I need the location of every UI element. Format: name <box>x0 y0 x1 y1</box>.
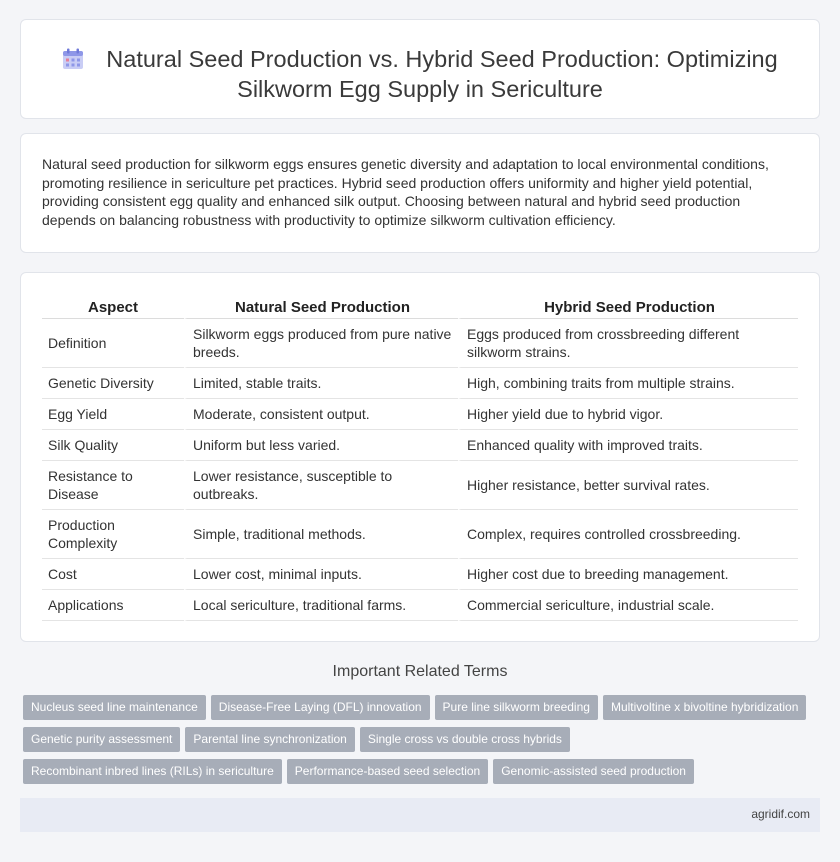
hybrid-cell: High, combining traits from multiple str… <box>458 368 798 399</box>
tag-genomic-assisted[interactable]: Genomic-assisted seed production <box>493 759 694 784</box>
page-title: Natural Seed Production vs. Hybrid Seed … <box>21 44 819 104</box>
table-row: Genetic Diversity Limited, stable traits… <box>42 368 798 399</box>
hybrid-cell: Higher resistance, better survival rates… <box>458 461 798 510</box>
summary-card: Natural seed production for silkworm egg… <box>20 133 820 253</box>
aspect-cell: Silk Quality <box>42 430 184 461</box>
header-natural: Natural Seed Production <box>184 295 458 319</box>
natural-cell: Silkworm eggs produced from pure native … <box>184 319 458 368</box>
related-terms-heading: Important Related Terms <box>332 663 508 680</box>
aspect-cell: Resistance to Disease <box>42 461 184 510</box>
tag-genetic-purity[interactable]: Genetic purity assessment <box>23 727 181 752</box>
table-row: Cost Lower cost, minimal inputs. Higher … <box>42 559 798 590</box>
natural-cell: Limited, stable traits. <box>184 368 458 399</box>
hybrid-cell: Higher yield due to hybrid vigor. <box>458 399 798 430</box>
header-aspect: Aspect <box>42 295 184 319</box>
natural-cell: Lower cost, minimal inputs. <box>184 559 458 590</box>
natural-cell: Local sericulture, traditional farms. <box>184 590 458 621</box>
aspect-cell: Production Complexity <box>42 510 184 559</box>
natural-cell: Lower resistance, susceptible to outbrea… <box>184 461 458 510</box>
table-row: Definition Silkworm eggs produced from p… <box>42 319 798 368</box>
table-row: Egg Yield Moderate, consistent output. H… <box>42 399 798 430</box>
table-row: Applications Local sericulture, traditio… <box>42 590 798 621</box>
summary-text: Natural seed production for silkworm egg… <box>42 156 769 228</box>
aspect-cell: Cost <box>42 559 184 590</box>
related-terms-tags: Nucleus seed line maintenance Disease-Fre… <box>23 695 823 791</box>
comparison-card: Aspect Natural Seed Production Hybrid Se… <box>20 272 820 642</box>
tag-parental-line-sync[interactable]: Parental line synchronization <box>185 727 355 752</box>
footer: agridif.com <box>20 798 820 832</box>
aspect-cell: Egg Yield <box>42 399 184 430</box>
hybrid-cell: Commercial sericulture, industrial scale… <box>458 590 798 621</box>
tag-multivoltine-bivoltine[interactable]: Multivoltine x bivoltine hybridization <box>602 695 807 720</box>
aspect-cell: Definition <box>42 319 184 368</box>
hybrid-cell: Complex, requires controlled crossbreedi… <box>458 510 798 559</box>
calendar-icon <box>63 48 84 69</box>
tag-nucleus-seed-line[interactable]: Nucleus seed line maintenance <box>23 695 206 720</box>
table-row: Resistance to Disease Lower resistance, … <box>42 461 798 510</box>
natural-cell: Moderate, consistent output. <box>184 399 458 430</box>
natural-cell: Uniform but less varied. <box>184 430 458 461</box>
header-hybrid: Hybrid Seed Production <box>458 295 798 319</box>
hybrid-cell: Eggs produced from crossbreeding differe… <box>458 319 798 368</box>
hybrid-cell: Higher cost due to breeding management. <box>458 559 798 590</box>
title-line-2: Silkworm Egg Supply in Sericulture <box>237 76 603 102</box>
title-card: Natural Seed Production vs. Hybrid Seed … <box>20 19 820 119</box>
table-header-row: Aspect Natural Seed Production Hybrid Se… <box>42 295 798 319</box>
tag-single-double-cross[interactable]: Single cross vs double cross hybrids <box>359 727 570 752</box>
tag-pure-line-breeding[interactable]: Pure line silkworm breeding <box>434 695 598 720</box>
aspect-cell: Applications <box>42 590 184 621</box>
table-row: Production Complexity Simple, traditiona… <box>42 510 798 559</box>
title-line-1: Natural Seed Production vs. Hybrid Seed … <box>106 46 778 72</box>
hybrid-cell: Enhanced quality with improved traits. <box>458 430 798 461</box>
table-row: Silk Quality Uniform but less varied. En… <box>42 430 798 461</box>
aspect-cell: Genetic Diversity <box>42 368 184 399</box>
natural-cell: Simple, traditional methods. <box>184 510 458 559</box>
tag-performance-selection[interactable]: Performance-based seed selection <box>286 759 489 784</box>
tag-recombinant-inbred-lines[interactable]: Recombinant inbred lines (RILs) in seric… <box>23 759 282 784</box>
site-link[interactable]: agridif.com <box>751 807 810 821</box>
comparison-table: Aspect Natural Seed Production Hybrid Se… <box>42 295 798 621</box>
tag-dfl-innovation[interactable]: Disease-Free Laying (DFL) innovation <box>210 695 430 720</box>
